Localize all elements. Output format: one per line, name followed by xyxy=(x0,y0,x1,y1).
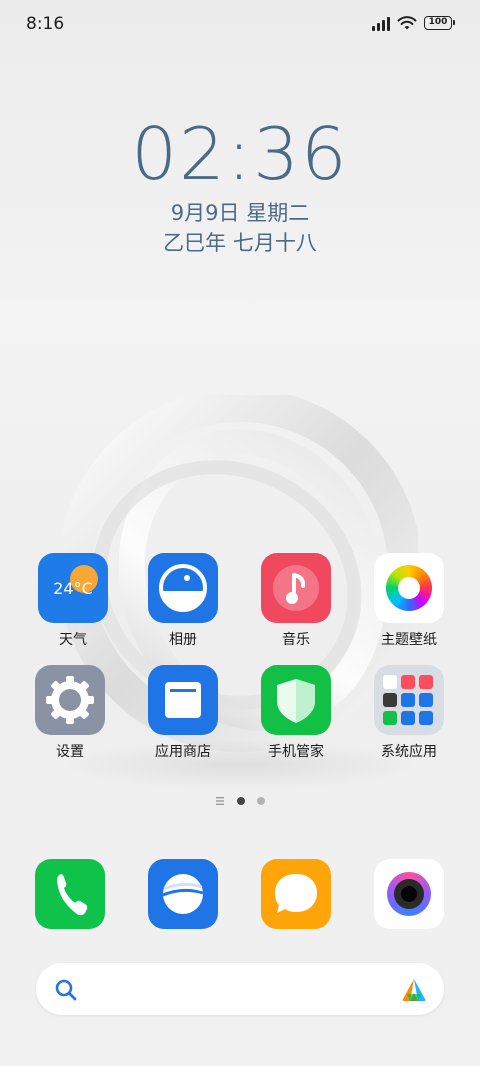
app-music[interactable]: 音乐 xyxy=(246,553,346,649)
assistant-icon[interactable] xyxy=(400,977,428,1003)
app-gallery[interactable]: 相册 xyxy=(133,553,233,649)
search-icon[interactable] xyxy=(54,978,78,1002)
messages-icon xyxy=(261,859,331,929)
dock-phone[interactable] xyxy=(20,859,120,929)
dock-browser[interactable] xyxy=(133,859,233,929)
status-bar: 8:16 100 xyxy=(0,0,480,50)
settings-icon xyxy=(35,665,105,735)
app-label: 天气 xyxy=(59,632,87,648)
app-label: 相册 xyxy=(169,632,197,648)
app-label: 音乐 xyxy=(282,632,310,648)
app-security[interactable]: 手机管家 xyxy=(246,665,346,761)
app-weather[interactable]: 24°C 天气 xyxy=(23,553,123,649)
app-label: 应用商店 xyxy=(155,744,211,760)
clock-date: 9月9日 星期二 xyxy=(170,201,310,225)
music-icon xyxy=(261,553,331,623)
app-app-store[interactable]: 应用商店 xyxy=(133,665,233,761)
app-store-icon xyxy=(148,665,218,735)
app-label: 设置 xyxy=(56,744,84,760)
clock-time[interactable]: 02:36 xyxy=(0,112,480,196)
status-icons: 100 xyxy=(372,15,455,31)
signal-icon xyxy=(372,15,390,31)
home-list-icon[interactable] xyxy=(215,796,225,806)
search-bar[interactable] xyxy=(36,963,444,1015)
browser-icon xyxy=(148,859,218,929)
camera-icon xyxy=(374,859,444,929)
clock-lunar-date: 乙巳年 七月十八 xyxy=(163,231,317,255)
app-label: 手机管家 xyxy=(268,744,324,760)
app-label: 主题壁纸 xyxy=(381,632,437,648)
gallery-icon xyxy=(148,553,218,623)
dock-messages[interactable] xyxy=(246,859,346,929)
app-label: 系统应用 xyxy=(381,744,437,760)
page-dot-active[interactable] xyxy=(237,797,245,805)
phone-icon xyxy=(35,859,105,929)
battery-icon: 100 xyxy=(424,16,455,30)
status-time: 8:16 xyxy=(26,14,65,34)
app-settings[interactable]: 设置 xyxy=(20,665,120,761)
dock-camera[interactable] xyxy=(359,859,459,929)
wifi-icon xyxy=(397,16,417,30)
weather-icon: 24°C xyxy=(38,553,108,623)
security-icon xyxy=(261,665,331,735)
app-themes[interactable]: 主题壁纸 xyxy=(359,553,459,649)
themes-icon xyxy=(374,553,444,623)
app-system-folder[interactable]: 系统应用 xyxy=(359,665,459,761)
page-indicator[interactable] xyxy=(0,796,480,806)
page-dot[interactable] xyxy=(257,797,265,805)
weather-temperature: 24°C xyxy=(53,579,93,598)
system-apps-folder-icon xyxy=(374,665,444,735)
